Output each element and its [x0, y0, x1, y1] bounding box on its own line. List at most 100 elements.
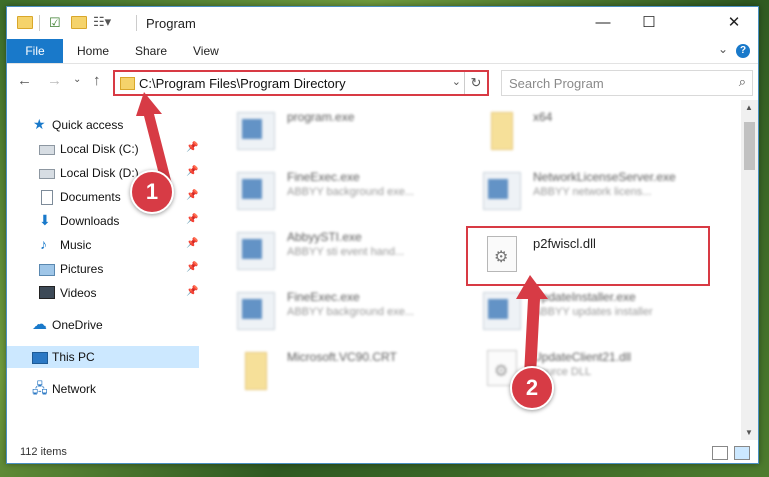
- sidebar-item-label: Videos: [60, 286, 97, 300]
- star-icon: ★: [33, 116, 46, 132]
- help-icon[interactable]: ?: [736, 44, 750, 58]
- music-icon: ♪: [40, 236, 47, 252]
- scroll-down-icon[interactable]: ▼: [745, 428, 753, 437]
- sidebar-item-label: This PC: [52, 350, 95, 364]
- tab-home[interactable]: Home: [77, 39, 109, 63]
- properties-icon[interactable]: ☑: [49, 15, 61, 31]
- disk-icon: [39, 169, 55, 179]
- details-view-icon[interactable]: [712, 446, 728, 460]
- divider: [136, 15, 137, 31]
- file-name: program.exe: [287, 110, 355, 124]
- file-item[interactable]: FineExec.exe ABBYY background exe...: [237, 288, 477, 338]
- sidebar-item-onedrive[interactable]: ☁ OneDrive: [7, 314, 199, 336]
- pin-icon: 📌: [186, 238, 199, 249]
- recent-locations-icon[interactable]: ⌄: [73, 74, 81, 85]
- divider: [39, 15, 40, 31]
- new-folder-icon[interactable]: [71, 16, 87, 29]
- tab-view[interactable]: View: [193, 39, 219, 63]
- document-icon: [41, 190, 53, 205]
- exe-icon: [237, 292, 275, 330]
- minimize-button[interactable]: —: [581, 7, 625, 39]
- pin-icon: 📌: [186, 166, 199, 177]
- sidebar-item-network[interactable]: 🖧 Network: [7, 378, 199, 400]
- file-name: AbbyySTI.exe: [287, 230, 362, 244]
- sidebar-item-this-pc[interactable]: This PC: [7, 346, 199, 368]
- file-name: FineExec.exe: [287, 290, 360, 304]
- back-icon[interactable]: ←: [17, 72, 32, 89]
- window-title: Program: [146, 16, 196, 31]
- sidebar-item-pictures[interactable]: Pictures 📌: [7, 258, 199, 280]
- file-highlight-box: [466, 226, 710, 286]
- exe-icon: [237, 172, 275, 210]
- sidebar-item-music[interactable]: ♪ Music 📌: [7, 234, 199, 256]
- folder-icon: [120, 77, 135, 90]
- network-icon: 🖧: [32, 380, 48, 396]
- up-icon[interactable]: ↑: [93, 72, 101, 89]
- pin-icon: 📌: [186, 190, 199, 201]
- search-input[interactable]: Search Program ⌕: [501, 70, 753, 96]
- sidebar-item-label: OneDrive: [52, 318, 103, 332]
- file-description: ABBYY background exe...: [287, 186, 414, 198]
- file-item[interactable]: x64: [483, 108, 723, 158]
- exe-icon: [483, 172, 521, 210]
- sidebar-item-label: Documents: [60, 190, 121, 204]
- large-icons-view-icon[interactable]: [734, 446, 750, 460]
- chevron-down-icon[interactable]: ⌄: [452, 75, 461, 88]
- file-description: ABBYY network licens...: [533, 186, 652, 198]
- address-path[interactable]: C:\Program Files\Program Directory: [139, 76, 346, 91]
- exe-icon: [237, 232, 275, 270]
- forward-icon[interactable]: →: [47, 72, 62, 89]
- refresh-icon[interactable]: ↻: [464, 72, 487, 94]
- sidebar-item-label: Quick access: [52, 118, 124, 132]
- ribbon-tabs: File Home Share View ⌄ ?: [7, 39, 758, 64]
- pin-icon: 📌: [186, 214, 199, 225]
- tab-file[interactable]: File: [7, 39, 63, 63]
- file-name: FineExec.exe: [287, 170, 360, 184]
- file-description: ABBYY background exe...: [287, 306, 414, 318]
- vertical-scrollbar[interactable]: ▲ ▼: [741, 100, 758, 440]
- scrollbar-thumb[interactable]: [744, 122, 755, 170]
- file-item[interactable]: Microsoft.VC90.CRT: [237, 348, 477, 398]
- pin-icon: 📌: [186, 142, 199, 153]
- pin-icon: 📌: [186, 262, 199, 273]
- file-item[interactable]: NetworkLicenseServer.exe ABBYY network l…: [483, 168, 723, 218]
- step-badge-1: 1: [130, 170, 174, 214]
- file-name: NetworkLicenseServer.exe: [533, 170, 676, 184]
- scroll-up-icon[interactable]: ▲: [745, 103, 753, 112]
- close-button[interactable]: ✕: [712, 7, 756, 39]
- sidebar-item-label: Pictures: [60, 262, 104, 276]
- videos-icon: [39, 286, 55, 299]
- search-icon[interactable]: ⌕: [739, 74, 746, 90]
- sidebar-item-label: Network: [52, 382, 97, 396]
- download-icon: ⬇: [39, 212, 51, 228]
- file-name: Microsoft.VC90.CRT: [287, 350, 397, 364]
- folder-icon: [491, 112, 513, 150]
- status-bar: 112 items: [7, 442, 758, 463]
- item-count: 112 items: [20, 446, 67, 458]
- file-description: ABBYY sti event hand...: [287, 246, 405, 258]
- computer-icon: [32, 352, 48, 364]
- file-name: x64: [533, 110, 553, 124]
- exe-icon: [237, 112, 275, 150]
- sidebar-item-label: Downloads: [60, 214, 120, 228]
- sidebar-item-videos[interactable]: Videos 📌: [7, 282, 199, 304]
- navigation-bar: ← → ⌄ ↑ C:\Program Files\Program Directo…: [7, 64, 758, 98]
- gear-icon: ⚙: [494, 363, 509, 380]
- customize-toolbar-icon[interactable]: ☷▾: [93, 14, 111, 30]
- step-badge-2: 2: [510, 366, 554, 410]
- file-item[interactable]: FineExec.exe ABBYY background exe...: [237, 168, 477, 218]
- pin-icon: 📌: [186, 286, 199, 297]
- file-item[interactable]: program.exe: [237, 108, 477, 158]
- maximize-button[interactable]: ☐: [627, 7, 671, 39]
- disk-icon: [39, 145, 55, 155]
- expand-ribbon-icon[interactable]: ⌄: [718, 42, 728, 56]
- file-item[interactable]: AbbyySTI.exe ABBYY sti event hand...: [237, 228, 477, 278]
- sidebar-item-label: Music: [60, 238, 92, 252]
- title-bar: ☑ ☷▾ Program — ☐ ✕: [7, 7, 758, 39]
- cloud-icon: ☁: [32, 316, 47, 333]
- search-placeholder: Search Program: [509, 76, 604, 91]
- sidebar-item-downloads[interactable]: ⬇ Downloads 📌: [7, 210, 199, 232]
- folder-icon: [245, 352, 267, 390]
- tab-share[interactable]: Share: [135, 39, 167, 63]
- folder-icon: [17, 16, 33, 29]
